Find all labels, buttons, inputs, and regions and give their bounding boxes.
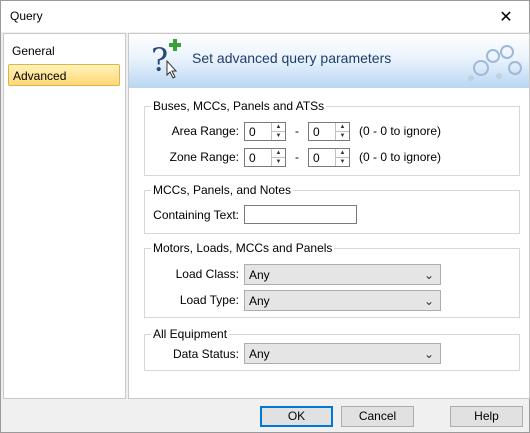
load-type-label: Load Type: (179, 293, 239, 307)
advanced-panel: ? Set advanced query parameters Buses, M… (128, 33, 530, 399)
title-bar: Query ✕ (1, 1, 529, 32)
spinner-value: 0 (249, 151, 256, 165)
containing-text-label: Containing Text: (153, 208, 239, 222)
group-title: Buses, MCCs, Panels and ATSs (151, 99, 327, 113)
data-status-select[interactable]: Any ⌄ (244, 343, 441, 364)
group-title: MCCs, Panels, and Notes (151, 183, 294, 197)
gears-icon (468, 45, 522, 81)
question-plus-icon: ? (151, 39, 181, 79)
containing-text-input[interactable] (244, 205, 357, 224)
area-from-spinner[interactable]: 0 ▲ ▼ (244, 122, 286, 141)
spinner-value: 0 (249, 125, 256, 139)
spin-down-icon[interactable]: ▼ (336, 132, 349, 140)
data-status-label: Data Status: (172, 347, 239, 361)
chevron-down-icon: ⌄ (423, 268, 434, 282)
select-value: Any (249, 294, 270, 308)
sidebar: General Advanced (3, 33, 126, 399)
zone-range-hint: (0 - 0 to ignore) (359, 150, 442, 164)
spin-up-icon[interactable]: ▲ (336, 149, 349, 158)
load-type-select[interactable]: Any ⌄ (244, 290, 441, 311)
load-class-label: Load Class: (175, 267, 239, 281)
spinner-buttons: ▲ ▼ (271, 123, 285, 140)
area-range-hint: (0 - 0 to ignore) (359, 124, 442, 138)
range-dash: - (295, 150, 299, 164)
sidebar-item-advanced[interactable]: Advanced (8, 64, 120, 86)
banner-title: Set advanced query parameters (192, 50, 392, 66)
close-button[interactable]: ✕ (483, 1, 529, 32)
chevron-down-icon: ⌄ (423, 294, 434, 308)
chevron-down-icon: ⌄ (423, 347, 434, 361)
group-motors-loads: Motors, Loads, MCCs and Panels Load Clas… (144, 241, 520, 318)
zone-range-label: Zone Range: (169, 150, 239, 164)
area-range-label: Area Range: (171, 124, 239, 138)
sidebar-item-label: General (12, 44, 55, 58)
group-all-equipment: All Equipment Data Status: Any ⌄ (144, 327, 520, 371)
group-title: All Equipment (151, 327, 230, 341)
select-value: Any (249, 268, 270, 282)
select-value: Any (249, 347, 270, 361)
window-title: Query (10, 9, 43, 23)
spin-up-icon[interactable]: ▲ (336, 123, 349, 132)
spin-down-icon[interactable]: ▼ (272, 132, 285, 140)
spin-up-icon[interactable]: ▲ (272, 149, 285, 158)
spinner-value: 0 (313, 125, 320, 139)
spin-down-icon[interactable]: ▼ (272, 158, 285, 166)
ok-button[interactable]: OK (260, 406, 333, 427)
group-mccs-notes: MCCs, Panels, and Notes Containing Text: (144, 183, 520, 234)
spinner-buttons: ▲ ▼ (335, 123, 349, 140)
banner: ? Set advanced query parameters (129, 34, 529, 88)
spinner-value: 0 (313, 151, 320, 165)
help-button[interactable]: Help (450, 406, 523, 427)
spin-up-icon[interactable]: ▲ (272, 123, 285, 132)
close-icon: ✕ (499, 8, 513, 26)
sidebar-item-label: Advanced (13, 69, 67, 83)
spinner-buttons: ▲ ▼ (335, 149, 349, 166)
zone-from-spinner[interactable]: 0 ▲ ▼ (244, 148, 286, 167)
group-buses: Buses, MCCs, Panels and ATSs Area Range:… (144, 99, 520, 176)
query-dialog: Query ✕ General Advanced ? Set advanced … (0, 0, 530, 433)
area-to-spinner[interactable]: 0 ▲ ▼ (308, 122, 350, 141)
load-class-select[interactable]: Any ⌄ (244, 264, 441, 285)
range-dash: - (295, 124, 299, 138)
spin-down-icon[interactable]: ▼ (336, 158, 349, 166)
group-title: Motors, Loads, MCCs and Panels (151, 241, 335, 255)
spinner-buttons: ▲ ▼ (271, 149, 285, 166)
zone-to-spinner[interactable]: 0 ▲ ▼ (308, 148, 350, 167)
svg-text:?: ? (151, 41, 168, 79)
cancel-button[interactable]: Cancel (341, 406, 414, 427)
sidebar-item-general[interactable]: General (8, 40, 120, 62)
